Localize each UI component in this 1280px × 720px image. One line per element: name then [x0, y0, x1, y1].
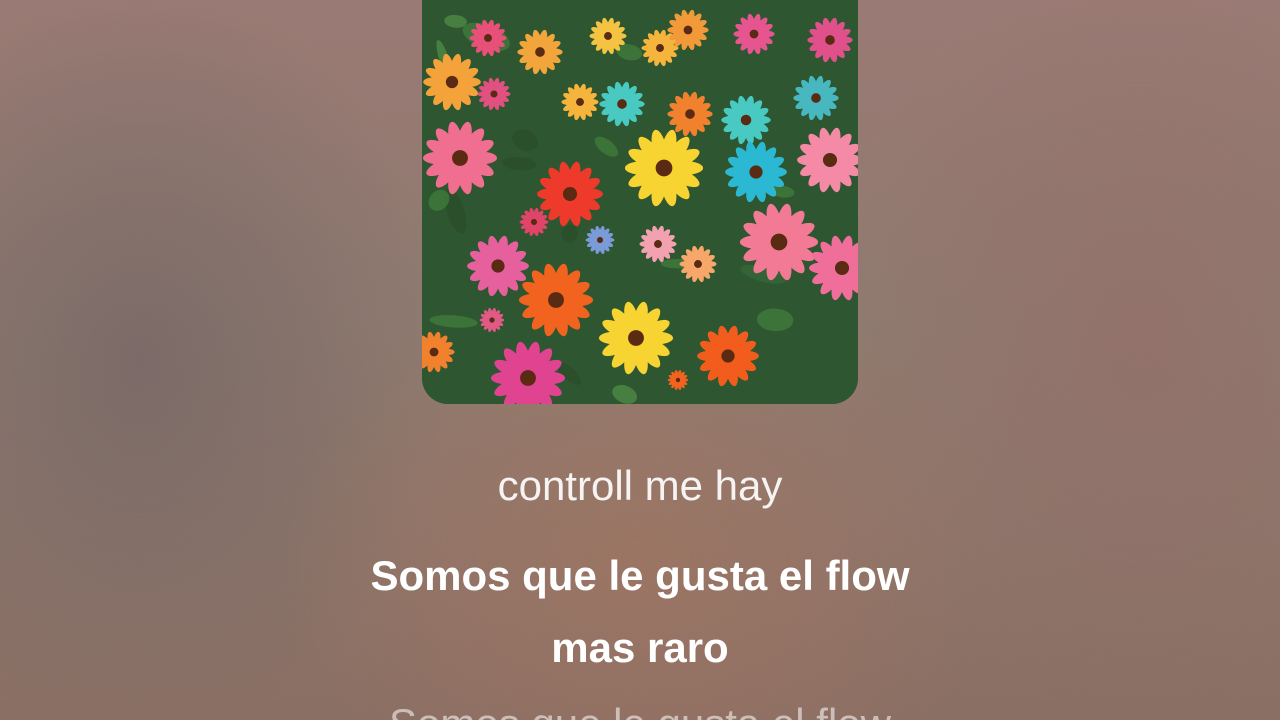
lyric-next-line[interactable]: Somos que le gusta el flow [0, 700, 1280, 720]
lyric-current-line-1: Somos que le gusta el flow [370, 552, 910, 599]
album-artwork[interactable] [422, 0, 858, 404]
lyric-current-line[interactable]: Somos que le gusta el flow mas raro [0, 540, 1280, 684]
lyric-previous-line[interactable]: controll me hay [0, 462, 1280, 510]
flower-field-artwork [422, 0, 858, 404]
lyric-current-line-2: mas raro [551, 624, 729, 671]
